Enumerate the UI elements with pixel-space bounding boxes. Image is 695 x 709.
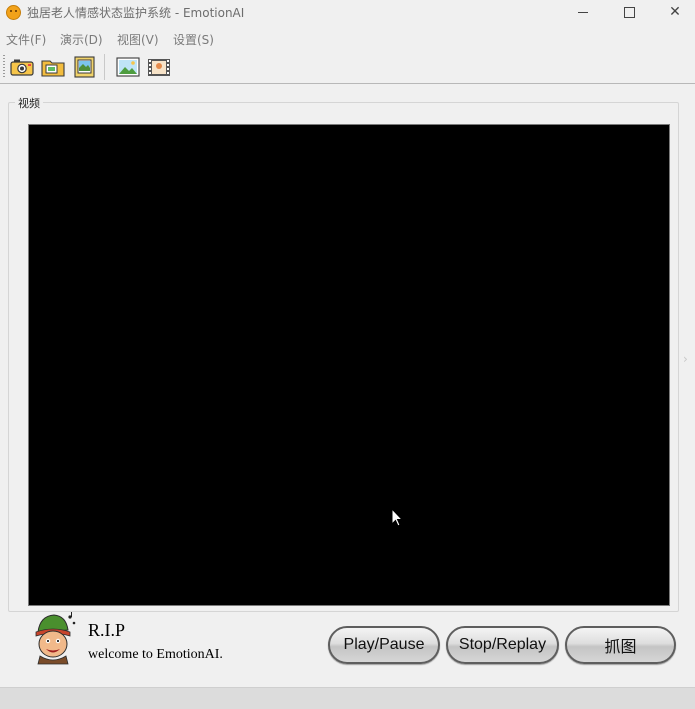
stop-replay-button[interactable]: Stop/Replay: [446, 626, 559, 664]
minimize-button[interactable]: [560, 0, 606, 24]
minimize-icon: [578, 11, 588, 13]
image-icon[interactable]: [116, 56, 140, 78]
video-file-icon[interactable]: [41, 56, 65, 78]
menu-settings[interactable]: 设置(S): [173, 31, 214, 48]
menu-view[interactable]: 视图(V): [117, 31, 159, 48]
welcome-message: welcome to EmotionAI.: [88, 647, 223, 662]
menu-bar: 文件(F) 演示(D) 视图(V) 设置(S): [0, 29, 695, 49]
camera-icon[interactable]: [10, 56, 34, 78]
toolbar-grip[interactable]: [3, 55, 5, 79]
toolbar-separator: [104, 54, 105, 80]
play-pause-button[interactable]: Play/Pause: [328, 626, 440, 664]
rip-label: R.I.P: [88, 620, 126, 640]
expand-arrow-icon[interactable]: ›: [683, 352, 688, 366]
maximize-button[interactable]: [606, 0, 652, 24]
close-icon: ✕: [669, 4, 681, 20]
capture-button[interactable]: 抓图: [565, 626, 676, 664]
photo-album-icon[interactable]: [72, 56, 96, 78]
toolbar: [0, 51, 695, 84]
menu-file[interactable]: 文件(F): [6, 31, 46, 48]
window-title: 独居老人情感状态监护系统 - EmotionAI: [27, 6, 245, 20]
status-bar: [0, 687, 695, 709]
maximize-icon: [623, 6, 635, 18]
close-button[interactable]: ✕: [652, 0, 695, 24]
menu-demo[interactable]: 演示(D): [60, 31, 103, 48]
film-strip-icon[interactable]: [147, 56, 171, 78]
mouse-cursor-icon: [391, 508, 404, 527]
video-group-title: 视频: [15, 95, 43, 111]
title-bar: 独居老人情感状态监护系统 - EmotionAI ✕: [0, 0, 695, 24]
app-icon: [6, 5, 21, 20]
video-display[interactable]: [28, 124, 670, 606]
mascot-icon: [35, 612, 76, 665]
